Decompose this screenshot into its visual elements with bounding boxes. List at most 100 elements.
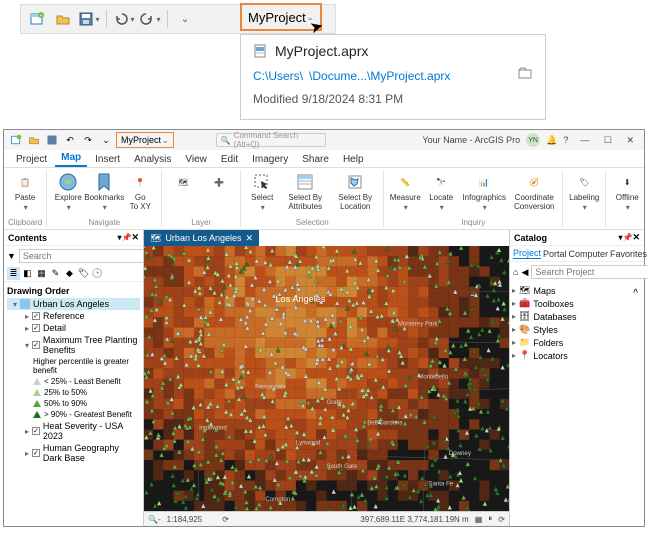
catalog-node-toolboxes[interactable]: ▸🧰Toolboxes <box>512 297 642 310</box>
help-icon[interactable]: ? <box>563 135 568 145</box>
tab-imagery[interactable]: Imagery <box>246 152 294 167</box>
tab-map[interactable]: Map <box>55 150 87 167</box>
toc-list-by-source-icon[interactable]: ◧ <box>21 267 34 280</box>
tab-help[interactable]: Help <box>337 152 370 167</box>
qat-open-icon[interactable] <box>26 132 42 148</box>
home-icon[interactable]: ⌂ <box>513 267 518 277</box>
notification-icon[interactable]: 🔔 <box>546 135 557 146</box>
info-path-file-link[interactable]: \Docume...\MyProject.aprx <box>309 69 450 83</box>
labeling-button[interactable]: 🏷Labeling▾ <box>567 172 601 212</box>
pause-drawing-icon[interactable]: ⏸ <box>488 514 492 524</box>
tab-view[interactable]: View <box>179 152 213 167</box>
redo-icon[interactable]: ▾ <box>138 7 162 31</box>
coord-conversion-button[interactable]: 🧭Coordinate Conversion <box>510 172 558 211</box>
rotation-icon[interactable]: ⟳ <box>222 515 229 524</box>
save-project-icon[interactable]: ▾ <box>77 7 101 31</box>
qat-redo-icon[interactable]: ↷ <box>80 132 96 148</box>
gotoxy-button[interactable]: 📍Go To XY <box>123 172 157 211</box>
quick-access-toolbar: ↶ ↷ ⌄ MyProject ⌄ 🔍 Command Search (Alt+… <box>4 130 644 150</box>
drawing-order-heading: Drawing Order <box>7 286 140 296</box>
infographics-button[interactable]: 📊Infographics▾ <box>460 172 508 212</box>
catalog-node-maps[interactable]: ▸🗺Maps <box>512 284 642 297</box>
catalog-tab-portal[interactable]: Portal <box>543 249 567 259</box>
toc-list-by-drawing-order-icon[interactable]: ≣ <box>7 267 20 280</box>
snap-icon[interactable]: ▦ <box>475 515 483 524</box>
measure-button[interactable]: 📏Measure▾ <box>388 172 422 212</box>
close-button[interactable]: ✕ <box>620 135 640 145</box>
select-by-location-button[interactable]: Select By Location <box>331 172 379 211</box>
toc-list-by-editing-icon[interactable]: ✎ <box>49 267 62 280</box>
back-icon[interactable]: ◀ <box>521 267 528 278</box>
catalog-node-styles[interactable]: ▸🎨Styles <box>512 323 642 336</box>
qat-more-icon[interactable]: ⌄ <box>98 132 114 148</box>
offline-button[interactable]: ⬇Offline▾ <box>610 172 644 212</box>
ribbon: 📋Paste▾ Clipboard Explore▾ Bookmarks▾ 📍G… <box>4 168 644 230</box>
catalog-node-locators[interactable]: ▸📍Locators <box>512 349 642 362</box>
bookmarks-button[interactable]: Bookmarks▾ <box>87 172 121 212</box>
toc-layer-detail[interactable]: ▸✓Detail <box>7 322 140 334</box>
locate-button[interactable]: 🔭Locate▾ <box>424 172 458 212</box>
zoom-out-icon[interactable]: 🔍- <box>148 515 161 524</box>
toc-layer-heat[interactable]: ▸✓Heat Severity - USA 2023 <box>7 420 140 442</box>
select-by-attributes-button[interactable]: Select By Attributes <box>281 172 329 211</box>
qat-undo-icon[interactable]: ↶ <box>62 132 78 148</box>
svg-text:Fernancale: Fernancale <box>255 384 286 391</box>
catalog-tree: ▸🗺Maps ▸🧰Toolboxes ▸🗄Databases ▸🎨Styles … <box>510 282 644 364</box>
catalog-node-databases[interactable]: ▸🗄Databases <box>512 310 642 323</box>
explore-button[interactable]: Explore▾ <box>51 172 85 212</box>
toc-list-by-labeling-icon[interactable]: 🏷 <box>77 267 90 280</box>
catalog-tab-project[interactable]: Project <box>513 248 541 259</box>
ribbon-collapse-icon[interactable]: ^ <box>633 288 638 299</box>
catalog-search-input[interactable] <box>531 265 648 279</box>
open-project-icon[interactable] <box>51 7 75 31</box>
info-path-users-link[interactable]: C:\Users\ <box>253 69 303 83</box>
qat-new-icon[interactable] <box>8 132 24 148</box>
catalog-node-folders[interactable]: ▸📁Folders <box>512 336 642 349</box>
user-label: Your Name - ArcGIS Pro <box>422 135 520 145</box>
catalog-tab-favorites[interactable]: Favorites <box>610 249 647 259</box>
arcgis-pro-window: ↶ ↷ ⌄ MyProject ⌄ 🔍 Command Search (Alt+… <box>3 129 645 527</box>
select-button[interactable]: Select▾ <box>245 172 279 212</box>
tab-analysis[interactable]: Analysis <box>128 152 177 167</box>
toc-list-by-snapping-icon[interactable]: ◆ <box>63 267 76 280</box>
undo-icon[interactable]: ▾ <box>112 7 136 31</box>
maximize-button[interactable]: ☐ <box>598 135 618 145</box>
toc-map-item[interactable]: ▾ Urban Los Angeles <box>7 298 140 310</box>
qat-customize-icon[interactable]: ⌄ <box>173 7 197 31</box>
browse-folder-icon[interactable] <box>517 65 533 86</box>
panel-pin-icon[interactable]: 📌 <box>121 233 131 242</box>
basemap-button[interactable]: 🗺 <box>166 172 200 192</box>
qat-save-icon[interactable] <box>44 132 60 148</box>
panel-pin-icon[interactable]: 📌 <box>622 233 632 242</box>
close-tab-icon[interactable]: ✕ <box>246 233 254 244</box>
toc-layer-base[interactable]: ▸✓Human Geography Dark Base <box>7 442 140 464</box>
command-search-box[interactable]: 🔍 Command Search (Alt+Q) <box>216 133 326 147</box>
toc-list-by-time-icon[interactable]: 🕒 <box>91 267 104 280</box>
tab-project[interactable]: Project <box>10 152 53 167</box>
svg-text:Montebello: Montebello <box>418 374 448 381</box>
svg-text:Grate: Grate <box>327 399 343 406</box>
toc-list-by-selection-icon[interactable]: ▦ <box>35 267 48 280</box>
filter-icon[interactable]: ▼ <box>7 251 16 261</box>
map-tab-urban[interactable]: 🗺 Urban Los Angeles ✕ <box>144 230 259 246</box>
catalog-tab-computer[interactable]: Computer <box>569 249 609 259</box>
tab-edit[interactable]: Edit <box>215 152 244 167</box>
toc-layer-mtp[interactable]: ▾✓Maximum Tree Planting Benefits <box>7 334 140 356</box>
project-dropdown-button[interactable]: MyProject ⌄ <box>240 3 322 31</box>
paste-button[interactable]: 📋Paste▾ <box>8 172 42 212</box>
user-avatar[interactable]: YN <box>526 133 540 147</box>
new-project-icon[interactable]: + <box>25 7 49 31</box>
tab-insert[interactable]: Insert <box>89 152 126 167</box>
add-data-button[interactable]: ➕ <box>202 172 236 192</box>
map-canvas[interactable]: Los AngelesMonterey ParkMontebelloFernan… <box>144 246 509 511</box>
contents-search-input[interactable] <box>19 249 144 263</box>
scale-readout[interactable]: 1:184,925 <box>167 515 203 524</box>
tab-share[interactable]: Share <box>296 152 335 167</box>
refresh-icon[interactable]: ⟳ <box>498 515 505 524</box>
qat-project-dropdown[interactable]: MyProject ⌄ <box>116 132 174 148</box>
panel-close-icon[interactable]: ✕ <box>131 232 139 243</box>
minimize-button[interactable]: — <box>574 135 595 145</box>
panel-close-icon[interactable]: ✕ <box>632 232 640 243</box>
toc-layer-reference[interactable]: ▸✓Reference <box>7 310 140 322</box>
group-navigate-label: Navigate <box>88 218 120 227</box>
